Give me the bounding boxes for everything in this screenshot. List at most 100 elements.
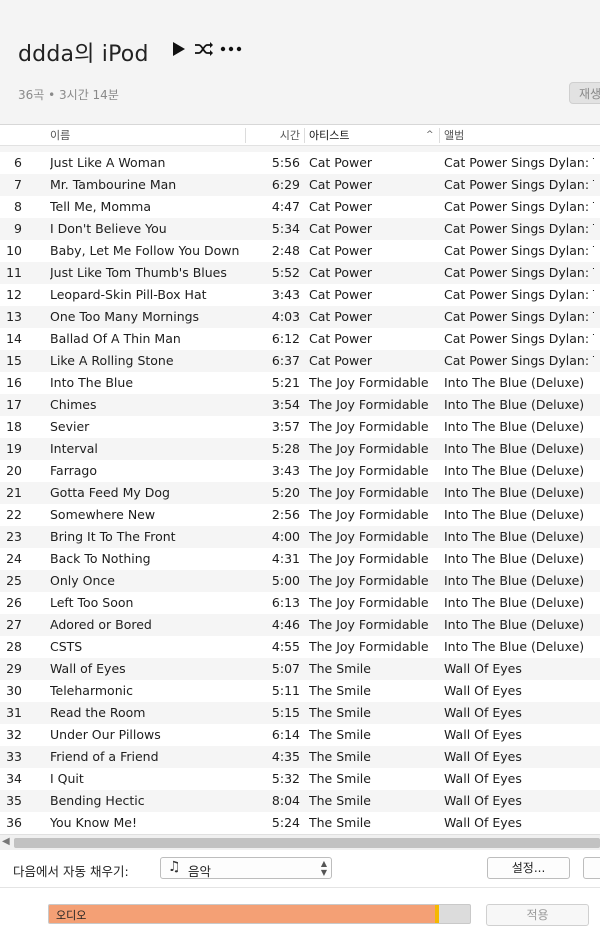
table-row[interactable]: 26 Left Too Soon 6:13 The Joy Formidable Int… bbox=[0, 592, 600, 614]
track-number: 12 bbox=[6, 287, 22, 302]
track-album: Cat Power Sings Dylan: T... bbox=[444, 155, 594, 170]
table-row[interactable]: 13 One Too Many Mornings 4:03 Cat Power Cat … bbox=[0, 306, 600, 328]
track-number: 20 bbox=[6, 463, 22, 478]
track-name: One Too Many Mornings bbox=[50, 309, 200, 324]
table-row[interactable]: 11 Just Like Tom Thumb's Blues 5:52 Cat Pow… bbox=[0, 262, 600, 284]
table-row[interactable]: 12 Leopard-Skin Pill-Box Hat 3:43 Cat Power… bbox=[0, 284, 600, 306]
table-row[interactable]: 21 Gotta Feed My Dog 5:20 The Joy Formidabl… bbox=[0, 482, 600, 504]
table-row[interactable]: 18 Sevier 3:57 The Joy Formidable Into The B… bbox=[0, 416, 600, 438]
track-artist: The Joy Formidable bbox=[309, 397, 429, 412]
track-name: Teleharmonic bbox=[50, 683, 133, 698]
table-row[interactable]: 17 Chimes 3:54 The Joy Formidable Into The B… bbox=[0, 394, 600, 416]
apply-button[interactable]: 적용 bbox=[486, 904, 589, 926]
track-number: 34 bbox=[6, 771, 22, 786]
table-row[interactable]: 30 Teleharmonic 5:11 The Smile Wall Of Eyes bbox=[0, 680, 600, 702]
track-artist: The Smile bbox=[309, 705, 371, 720]
table-row[interactable]: 24 Back To Nothing 4:31 The Joy Formidable I… bbox=[0, 548, 600, 570]
track-name: Friend of a Friend bbox=[50, 749, 159, 764]
table-row[interactable]: 29 Wall of Eyes 5:07 The Smile Wall Of Eyes bbox=[0, 658, 600, 680]
track-number: 32 bbox=[6, 727, 22, 742]
table-row[interactable]: 14 Ballad Of A Thin Man 6:12 Cat Power Cat P… bbox=[0, 328, 600, 350]
track-number: 10 bbox=[6, 243, 22, 258]
table-row[interactable]: 34 I Quit 5:32 The Smile Wall Of Eyes bbox=[0, 768, 600, 790]
track-time: 6:14 bbox=[271, 727, 300, 742]
track-artist: The Smile bbox=[309, 771, 371, 786]
table-row[interactable]: 27 Adored or Bored 4:46 The Joy Formidable I… bbox=[0, 614, 600, 636]
track-artist: The Joy Formidable bbox=[309, 507, 429, 522]
autofill-source-select[interactable]: ♫ 음악 ▲ ▼ bbox=[160, 857, 332, 879]
track-name: Bending Hectic bbox=[50, 793, 145, 808]
horizontal-scrollbar[interactable]: ◀ bbox=[0, 834, 600, 850]
track-list[interactable]: 6 Just Like A Woman 5:56 Cat Power Cat Power… bbox=[0, 146, 600, 834]
table-row[interactable]: 23 Bring It To The Front 4:00 The Joy Formi… bbox=[0, 526, 600, 548]
table-row[interactable]: 33 Friend of a Friend 4:35 The Smile Wall Of… bbox=[0, 746, 600, 768]
scrollbar-thumb[interactable] bbox=[14, 838, 600, 848]
track-album: Wall Of Eyes bbox=[444, 815, 522, 830]
table-row[interactable]: 25 Only Once 5:00 The Joy Formidable Into Th… bbox=[0, 570, 600, 592]
table-row[interactable]: 35 Bending Hectic 8:04 The Smile Wall Of Eye… bbox=[0, 790, 600, 812]
track-name: Bring It To The Front bbox=[50, 529, 176, 544]
table-row[interactable]: 20 Farrago 3:43 The Joy Formidable Into The … bbox=[0, 460, 600, 482]
track-number: 28 bbox=[6, 639, 22, 654]
track-album: Into The Blue (Deluxe) bbox=[444, 573, 585, 588]
table-row[interactable]: 16 Into The Blue 5:21 The Joy Formidable Int… bbox=[0, 372, 600, 394]
table-row[interactable]: 10 Baby, Let Me Follow You Down 2:48 Cat Po… bbox=[0, 240, 600, 262]
track-name: Adored or Bored bbox=[50, 617, 152, 632]
column-time[interactable]: 시간 bbox=[246, 125, 300, 146]
track-name: Like A Rolling Stone bbox=[50, 353, 174, 368]
table-row[interactable]: 22 Somewhere New 2:56 The Joy Formidable Int… bbox=[0, 504, 600, 526]
track-artist: Cat Power bbox=[309, 243, 373, 258]
column-artist[interactable]: 아티스트 bbox=[309, 125, 349, 146]
track-time: 5:32 bbox=[271, 771, 300, 786]
track-artist: Cat Power bbox=[309, 331, 373, 346]
table-row[interactable]: 9 I Don't Believe You 5:34 Cat Power Cat Pow… bbox=[0, 218, 600, 240]
track-album: Cat Power Sings Dylan: T... bbox=[444, 287, 594, 302]
table-row[interactable]: 15 Like A Rolling Stone 6:37 Cat Power Cat P… bbox=[0, 350, 600, 372]
table-row[interactable]: 32 Under Our Pillows 6:14 The Smile Wall Of … bbox=[0, 724, 600, 746]
track-number: 31 bbox=[6, 705, 22, 720]
track-album: Into The Blue (Deluxe) bbox=[444, 375, 585, 390]
autofill-button[interactable] bbox=[583, 857, 600, 879]
sync-button[interactable]: 재생 bbox=[569, 82, 600, 104]
sort-ascending-icon: ^ bbox=[426, 130, 434, 140]
track-time: 3:43 bbox=[271, 463, 300, 478]
play-button[interactable] bbox=[168, 37, 190, 61]
more-button[interactable] bbox=[220, 37, 242, 61]
track-name: Sevier bbox=[50, 419, 90, 434]
capacity-other-segment bbox=[435, 905, 440, 923]
track-name: Wall of Eyes bbox=[50, 661, 126, 676]
table-row[interactable]: 31 Read the Room 5:15 The Smile Wall Of Eyes bbox=[0, 702, 600, 724]
table-row[interactable]: 36 You Know Me! 5:24 The Smile Wall Of Eyes bbox=[0, 812, 600, 834]
track-album: Into The Blue (Deluxe) bbox=[444, 529, 585, 544]
table-row[interactable]: 19 Interval 5:28 The Joy Formidable Into The… bbox=[0, 438, 600, 460]
track-artist: Cat Power bbox=[309, 287, 373, 302]
track-time: 4:31 bbox=[271, 551, 300, 566]
table-row[interactable]: 6 Just Like A Woman 5:56 Cat Power Cat Power… bbox=[0, 152, 600, 174]
track-name: Under Our Pillows bbox=[50, 727, 161, 742]
table-row[interactable]: 7 Mr. Tambourine Man 6:29 Cat Power Cat Powe… bbox=[0, 174, 600, 196]
track-artist: The Smile bbox=[309, 749, 371, 764]
track-name: Just Like Tom Thumb's Blues bbox=[50, 265, 227, 280]
track-album: Cat Power Sings Dylan: T... bbox=[444, 331, 594, 346]
library-summary: 36곡 • 3시간 14분 bbox=[18, 88, 119, 102]
shuffle-button[interactable] bbox=[193, 37, 215, 61]
track-number: 18 bbox=[6, 419, 22, 434]
column-divider[interactable] bbox=[304, 128, 305, 143]
settings-button[interactable]: 설정... bbox=[487, 857, 570, 879]
column-divider[interactable] bbox=[439, 128, 440, 143]
track-album: Into The Blue (Deluxe) bbox=[444, 639, 585, 654]
scroll-left-icon[interactable]: ◀ bbox=[2, 836, 10, 847]
table-row[interactable]: 28 CSTS 4:55 The Joy Formidable Into The Blu… bbox=[0, 636, 600, 658]
table-row[interactable]: 8 Tell Me, Momma 4:47 Cat Power Cat Power Si… bbox=[0, 196, 600, 218]
track-name: Somewhere New bbox=[50, 507, 156, 522]
track-number: 29 bbox=[6, 661, 22, 676]
column-album[interactable]: 앨범 bbox=[444, 125, 464, 146]
column-name[interactable]: 이름 bbox=[50, 125, 70, 146]
track-time: 6:12 bbox=[271, 331, 300, 346]
capacity-footer: 오디오 적용 bbox=[0, 888, 600, 941]
track-time: 2:48 bbox=[271, 243, 300, 258]
track-artist: The Joy Formidable bbox=[309, 441, 429, 456]
track-artist: The Joy Formidable bbox=[309, 529, 429, 544]
track-number: 30 bbox=[6, 683, 22, 698]
track-album: Wall Of Eyes bbox=[444, 749, 522, 764]
